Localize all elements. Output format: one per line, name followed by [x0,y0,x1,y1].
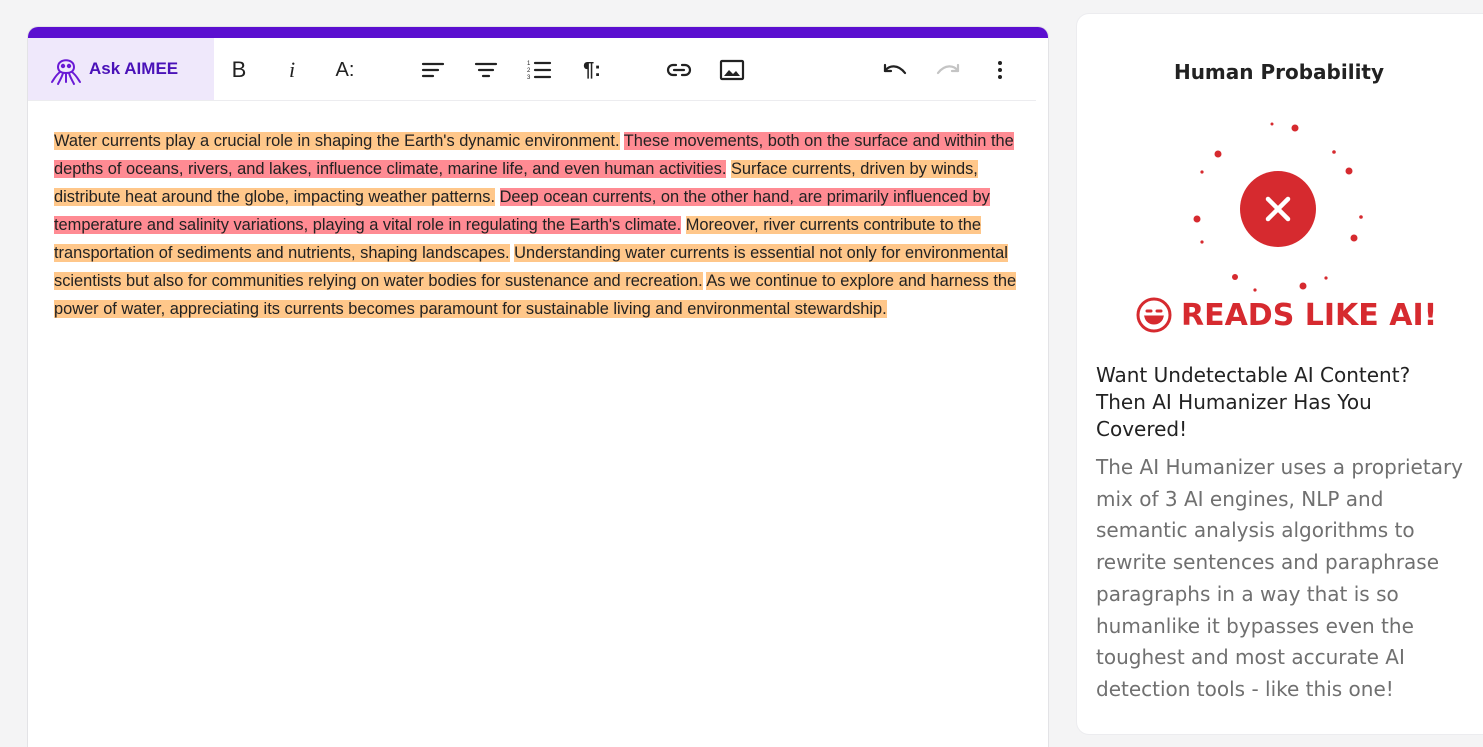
image-button[interactable] [717,55,747,85]
numbered-list-button[interactable]: 1 2 3 [524,55,554,85]
detection-panel: Human Probability READS LIKE AI! Want Un… [1077,14,1483,734]
verdict-label: READS LIKE AI! [1135,296,1437,334]
promo-body: The AI Humanizer uses a proprietary mix … [1096,455,1464,701]
align-center-button[interactable] [471,55,501,85]
more-options-button[interactable] [985,55,1015,85]
font-size-button[interactable]: A: [330,55,360,85]
paragraph-button[interactable]: ¶: [577,55,607,85]
ask-aimee-button[interactable]: Ask AIMEE [28,38,214,100]
editor-toolbar: Ask AIMEE B i A: 1 2 3 ¶: [28,38,1036,101]
ask-aimee-label: Ask AIMEE [89,59,179,78]
editor-card: Ask AIMEE B i A: 1 2 3 ¶: Water currents… [28,27,1048,747]
bold-button[interactable]: B [224,55,254,85]
editor-text-area[interactable]: Water currents play a crucial role in sh… [54,127,1022,323]
align-left-button[interactable] [418,55,448,85]
bold-icon: B [231,57,247,82]
close-x-icon [1193,122,1363,292]
align-left-icon [421,62,445,78]
smiley-icon [1136,297,1172,333]
redo-icon [936,63,960,75]
panel-title: Human Probability [1173,60,1385,84]
undo-button[interactable] [880,55,910,85]
verdict-text: READS LIKE AI! [1181,297,1438,333]
italic-button[interactable]: i [277,55,307,85]
font-size-icon: A: [335,59,355,81]
link-icon [666,63,692,77]
more-vertical-icon [998,61,1002,79]
svg-text:3: 3 [527,75,531,81]
svg-text:2: 2 [527,68,531,74]
align-center-icon [474,62,498,78]
undo-icon [883,63,907,75]
redo-button[interactable] [933,55,963,85]
italic-icon: i [288,57,296,82]
numbered-list-icon: 1 2 3 [527,61,552,81]
promo-heading: Want Undetectable AI Content? Then AI Hu… [1096,363,1411,441]
octopus-icon [51,59,81,85]
editor-accent-bar [28,27,1048,38]
image-icon [719,59,745,81]
link-button[interactable] [664,55,694,85]
paragraph-icon: ¶: [583,59,601,81]
svg-text:1: 1 [527,61,531,67]
highlighted-sentence: Water currents play a crucial role in sh… [54,132,620,150]
